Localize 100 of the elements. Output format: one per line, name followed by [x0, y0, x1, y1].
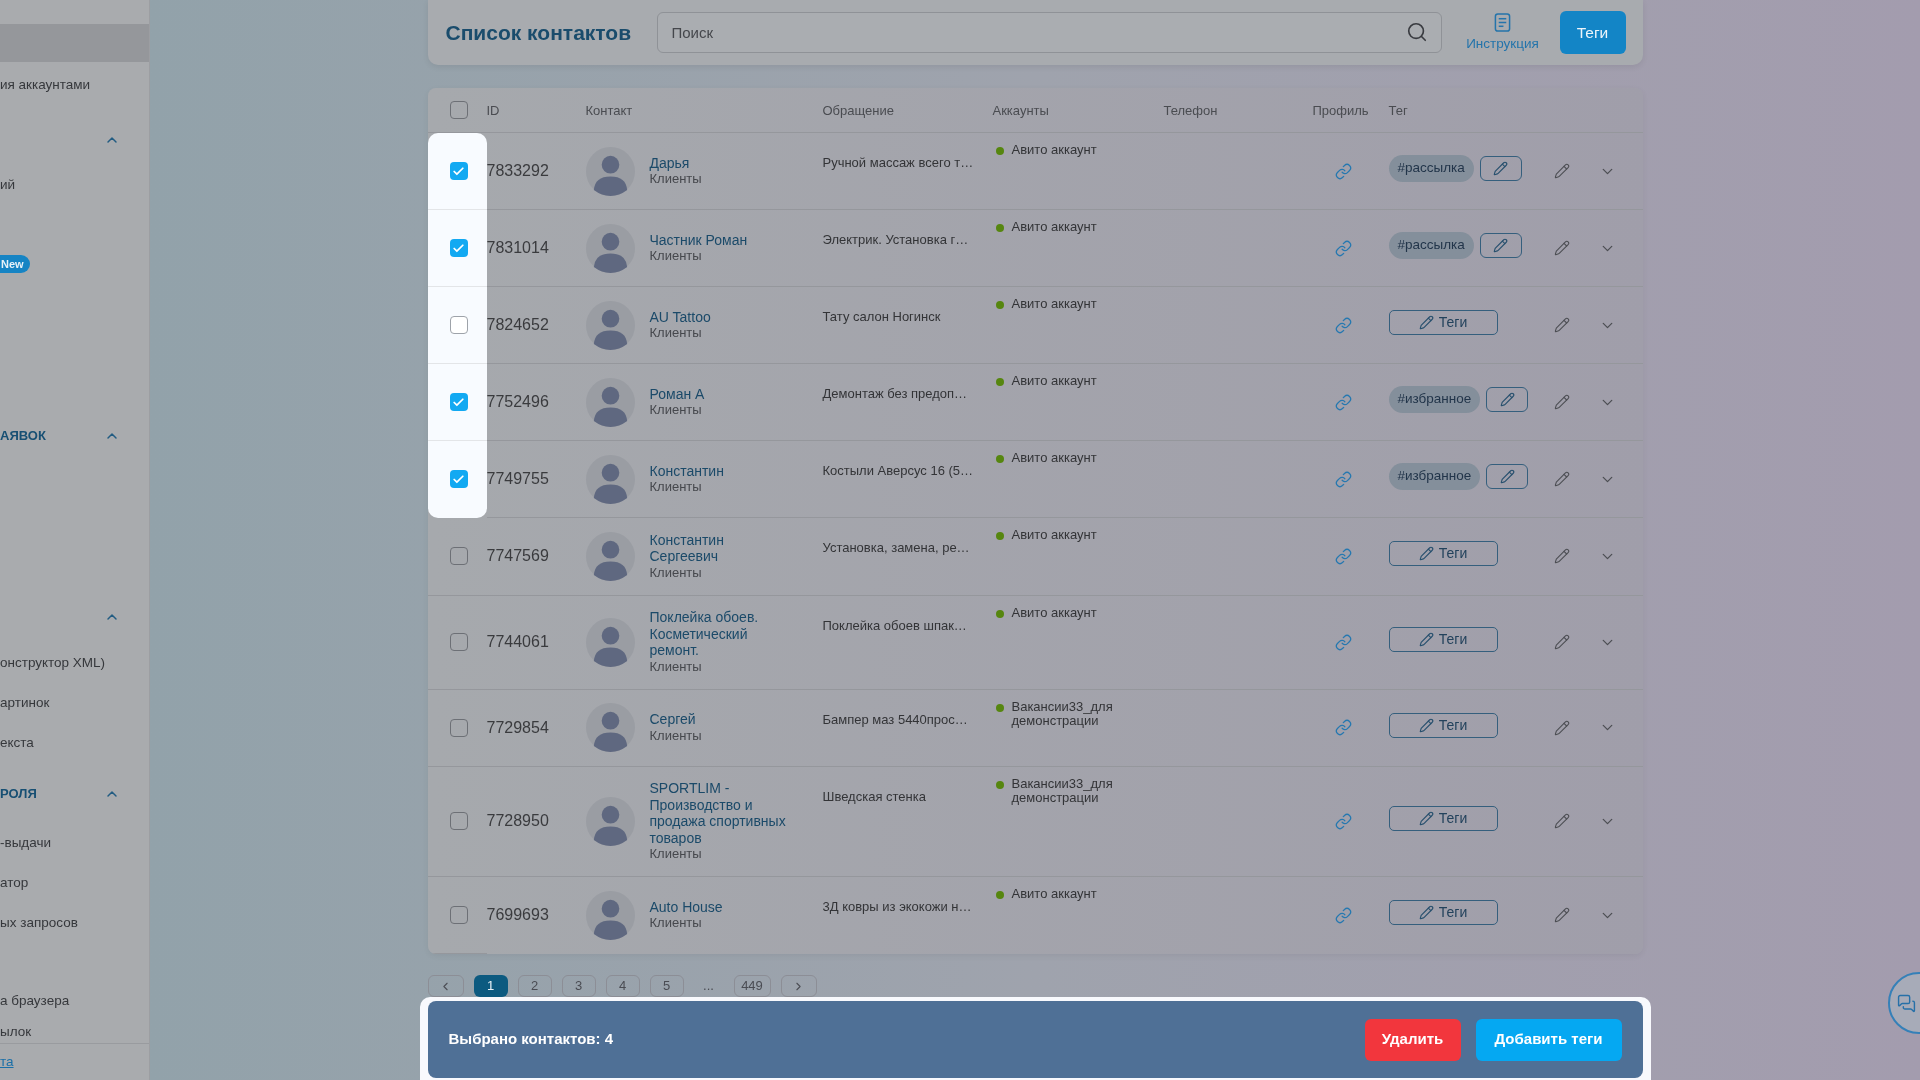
sidebar-link[interactable]: екста — [0, 732, 34, 754]
pencil-icon[interactable] — [1553, 317, 1570, 333]
contact-id: 7747569 — [486, 546, 549, 567]
contact-group-label: Клиенты — [649, 248, 702, 265]
contact-name-link[interactable]: Константин Сергеевич — [649, 531, 793, 565]
checkbox[interactable] — [449, 101, 468, 119]
pencil-icon[interactable] — [1553, 548, 1570, 565]
contact-name-link[interactable]: Поклейка обоев. Косметический ремонт. — [649, 609, 793, 659]
add-tags-button[interactable]: Теги — [1388, 712, 1498, 738]
request-text: Демонтаж без предоп… — [822, 386, 968, 401]
contact-id: 7831014 — [486, 238, 549, 258]
column-header: Обращение — [822, 103, 894, 118]
sidebar-link[interactable]: артинок — [0, 692, 50, 714]
contact-group-label: Клиенты — [649, 325, 702, 342]
pencil-icon[interactable] — [1553, 163, 1570, 179]
link-icon[interactable] — [1334, 393, 1352, 411]
account-name: Авито аккаунт — [1011, 887, 1098, 901]
checkmark-icon — [452, 472, 465, 486]
contact-group-label: Клиенты — [649, 658, 702, 675]
add-tags-button[interactable]: Теги — [1388, 541, 1498, 567]
pencil-icon — [1493, 238, 1509, 253]
checkbox[interactable] — [449, 633, 468, 651]
contact-name-link[interactable]: Константин — [649, 462, 724, 479]
sidebar-link[interactable]: ий — [0, 174, 16, 196]
contact-name-link[interactable]: AU Tattoo — [649, 308, 711, 325]
avatar-silhouette-icon — [585, 796, 635, 846]
contact-name-link[interactable]: Сергей — [649, 711, 696, 728]
column-header: Аккаунты — [992, 103, 1049, 118]
sidebar-link[interactable]: онструктор XML) — [0, 652, 106, 674]
contact-name-link[interactable]: Роман А — [649, 385, 705, 402]
link-icon[interactable] — [1334, 719, 1352, 736]
contact-group-label: Клиенты — [649, 846, 702, 863]
pencil-icon — [1418, 632, 1434, 647]
pencil-icon — [1418, 905, 1434, 920]
edit-tags-button[interactable] — [1479, 233, 1522, 258]
page-button[interactable]: 1 — [473, 975, 508, 997]
sidebar-link[interactable]: ылок — [0, 1021, 32, 1043]
pencil-icon[interactable] — [1553, 813, 1570, 830]
link-icon[interactable] — [1334, 470, 1352, 488]
add-tags-button[interactable]: Добавить теги — [1475, 1018, 1622, 1061]
link-icon[interactable] — [1334, 239, 1352, 257]
checkbox[interactable] — [449, 906, 468, 924]
checkbox[interactable] — [449, 547, 468, 566]
pencil-icon[interactable] — [1553, 634, 1570, 650]
tags-button[interactable]: Теги — [1559, 11, 1626, 54]
sidebar-link[interactable]: атор — [0, 872, 29, 894]
link-icon[interactable] — [1334, 633, 1352, 651]
contact-name-link[interactable]: Частник Роман — [649, 231, 748, 248]
instructions-link[interactable]: Инструкция — [1456, 13, 1549, 52]
account-name: Авито аккаунт — [1011, 605, 1098, 620]
contact-name-link[interactable]: Auto House — [649, 898, 723, 915]
sidebar-link[interactable]: -выдачи — [0, 832, 52, 854]
contact-id: 7729854 — [486, 717, 549, 738]
checkbox[interactable] — [449, 470, 468, 488]
sidebar-link[interactable]: ия аккаунтами — [0, 74, 91, 96]
checkbox[interactable] — [449, 162, 468, 180]
checkmark-icon — [452, 164, 465, 178]
link-icon[interactable] — [1334, 812, 1352, 830]
new-badge: New — [0, 255, 30, 273]
link-icon[interactable] — [1334, 906, 1352, 924]
pencil-icon[interactable] — [1553, 471, 1570, 487]
checkbox[interactable] — [449, 718, 468, 737]
sidebar-link[interactable]: ых запросов — [0, 912, 78, 934]
link-icon[interactable] — [1334, 316, 1352, 334]
chat-bubbles-icon — [1897, 993, 1916, 1013]
contact-id: 7824652 — [486, 315, 549, 335]
pencil-icon[interactable] — [1553, 394, 1570, 410]
tag-chip: #избранное — [1388, 463, 1481, 490]
document-icon — [1494, 13, 1511, 32]
checkbox[interactable] — [449, 316, 468, 334]
contact-name-link[interactable]: Дарья — [649, 154, 690, 171]
edit-tags-button[interactable] — [1479, 156, 1522, 181]
tag-chip: #избранное — [1388, 386, 1481, 413]
link-icon[interactable] — [1334, 162, 1352, 180]
add-tags-button[interactable]: Теги — [1388, 806, 1498, 832]
contact-id: 7749755 — [486, 469, 549, 489]
sidebar-link[interactable]: а браузера — [0, 990, 70, 1012]
edit-tags-button[interactable] — [1486, 464, 1529, 489]
request-text: Шведская стенка — [822, 788, 926, 804]
request-text: Установка, замена, ре… — [822, 540, 970, 555]
link-icon[interactable] — [1334, 547, 1352, 565]
search-field[interactable]: Поиск — [656, 12, 1442, 53]
add-tags-button[interactable]: Теги — [1388, 900, 1498, 925]
add-tags-button[interactable]: Теги — [1388, 310, 1498, 335]
pencil-icon[interactable] — [1553, 719, 1570, 736]
pencil-icon[interactable] — [1553, 907, 1570, 923]
contact-name-link[interactable]: SPORTLIM - Производство и продажа спортивных товаров — [649, 780, 793, 846]
pencil-icon — [1418, 811, 1434, 827]
checkbox[interactable] — [449, 812, 468, 831]
search-icon[interactable] — [1405, 21, 1428, 43]
checkbox[interactable] — [449, 239, 468, 257]
checkbox[interactable] — [449, 393, 468, 411]
add-tags-button[interactable]: Теги — [1388, 627, 1498, 652]
edit-tags-button[interactable] — [1486, 387, 1529, 412]
delete-button[interactable]: Удалить — [1364, 1018, 1461, 1061]
account-name: Авито аккаунт — [1011, 220, 1098, 234]
pencil-icon[interactable] — [1553, 240, 1570, 256]
account-name: Авито аккаунт — [1011, 297, 1098, 311]
footer-link[interactable]: та — [0, 1051, 14, 1073]
avatar-silhouette-icon — [585, 223, 635, 273]
